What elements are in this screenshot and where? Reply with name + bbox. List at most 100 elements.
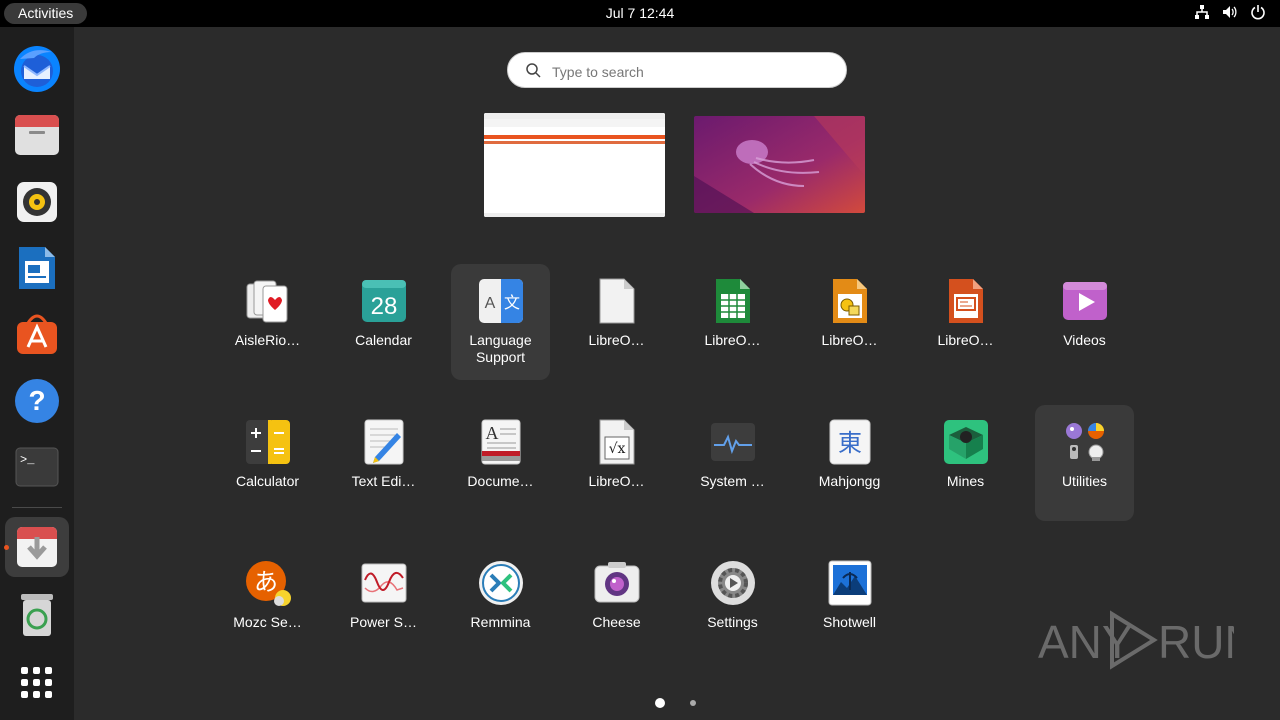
dock-software[interactable] (5, 304, 69, 364)
app-cheese[interactable]: Cheese (567, 546, 666, 662)
dock-separator (12, 507, 62, 508)
app-utilities-folder[interactable]: Utilities (1035, 405, 1134, 521)
app-label: Cheese (592, 614, 641, 630)
dock-help[interactable]: ? (5, 371, 69, 431)
dock-terminal[interactable]: >_ (5, 437, 69, 497)
app-document-viewer[interactable]: A Docume… (451, 405, 550, 521)
app-libreoffice-math[interactable]: √x LibreO… (567, 405, 666, 521)
document-viewer-icon: A (481, 419, 521, 465)
app-libreoffice-draw[interactable]: LibreO… (800, 264, 899, 380)
clock-text[interactable]: Jul 7 12:44 (606, 5, 675, 21)
libreoffice-icon (599, 278, 635, 324)
remmina-icon (479, 561, 523, 605)
app-label: Mahjongg (818, 473, 881, 489)
app-calculator[interactable]: Calculator (218, 405, 317, 521)
math-icon: √x (599, 419, 635, 465)
power-statistics-icon (361, 563, 407, 603)
terminal-icon: >_ (15, 447, 59, 487)
dock-files[interactable] (5, 105, 69, 165)
activities-button[interactable]: Activities (4, 3, 88, 24)
system-monitor-icon (711, 423, 755, 461)
app-remmina[interactable]: Remmina (451, 546, 550, 662)
app-videos[interactable]: Videos (1035, 264, 1134, 380)
workspace-thumbnail-2[interactable] (694, 116, 865, 213)
cards-icon (246, 280, 288, 323)
app-label: Mines (946, 473, 985, 489)
svg-text:√x: √x (609, 441, 626, 457)
app-aisleriot[interactable]: AisleRio… (218, 264, 317, 380)
app-label: Settings (707, 614, 758, 630)
help-icon: ? (15, 379, 59, 423)
volume-icon[interactable] (1222, 4, 1238, 20)
app-label: Language Support (469, 332, 532, 365)
mines-icon (944, 420, 988, 464)
app-libreoffice-calc[interactable]: LibreO… (683, 264, 782, 380)
search-icon (526, 63, 541, 78)
dock: ? >_ (0, 27, 74, 720)
videos-icon (1063, 282, 1107, 320)
files-icon (15, 115, 59, 155)
app-label: LibreO… (588, 332, 645, 348)
app-libreoffice-impress[interactable]: LibreO… (916, 264, 1015, 380)
app-label: Mozc Se… (233, 614, 302, 630)
dock-show-applications[interactable] (5, 651, 69, 715)
settings-icon (711, 561, 755, 605)
app-mines[interactable]: Mines (916, 405, 1015, 521)
search-input[interactable] (550, 59, 834, 85)
rhythmbox-icon (17, 182, 57, 222)
dock-thunderbird[interactable] (5, 39, 69, 99)
calc-icon (716, 279, 750, 323)
app-label: Power S… (350, 614, 417, 630)
page-indicator-2[interactable] (690, 700, 696, 706)
calendar-icon: 28 (362, 280, 406, 322)
dock-rhythmbox[interactable] (5, 172, 69, 232)
app-power-statistics[interactable]: Power S… (334, 546, 433, 662)
app-label: LibreO… (937, 332, 994, 348)
grid-icon (21, 667, 52, 698)
shotwell-icon (828, 560, 872, 606)
dock-trash[interactable] (5, 585, 69, 645)
draw-icon (833, 279, 867, 323)
app-label: Calendar (355, 332, 412, 348)
app-shotwell[interactable]: Shotwell (800, 546, 899, 662)
language-icon: A 文 (479, 279, 523, 323)
app-mozc-setup[interactable]: あ Mozc Se… (218, 546, 317, 662)
app-label: LibreO… (704, 332, 761, 348)
calculator-icon (246, 420, 290, 464)
svg-text:RUN: RUN (1158, 616, 1234, 668)
system-tray[interactable] (1194, 4, 1266, 20)
app-label: Text Edi… (351, 473, 416, 489)
dock-writer[interactable] (5, 238, 69, 298)
mahjongg-icon: 東 (829, 419, 871, 465)
app-settings[interactable]: Settings (683, 546, 782, 662)
app-text-editor[interactable]: Text Edi… (334, 405, 433, 521)
app-language-support[interactable]: A 文 Language Support (451, 264, 550, 380)
clock: Jul 7 12:44 (0, 0, 1280, 27)
app-label: Videos (1063, 332, 1106, 348)
impress-icon (949, 279, 983, 323)
app-calendar[interactable]: 28 Calendar (334, 264, 433, 380)
app-libreoffice[interactable]: LibreO… (567, 264, 666, 380)
app-label: LibreO… (821, 332, 878, 348)
utilities-folder-icon (1066, 423, 1104, 461)
app-mahjongg[interactable]: 東 Mahjongg (800, 405, 899, 521)
svg-text:東: 東 (838, 429, 862, 457)
app-system-monitor[interactable]: System … (683, 405, 782, 521)
dock-software-updater[interactable] (4, 517, 69, 577)
workspace-thumbnail-1[interactable] (484, 113, 665, 217)
text-editor-icon (364, 419, 404, 465)
app-label: LibreO… (588, 473, 645, 489)
svg-text:>_: >_ (20, 453, 35, 467)
power-icon[interactable] (1250, 4, 1266, 20)
search-box[interactable] (507, 52, 847, 88)
software-icon (17, 314, 57, 354)
cheese-icon (594, 562, 640, 603)
svg-text:文: 文 (504, 293, 520, 312)
app-label: Docume… (467, 473, 534, 489)
network-icon[interactable] (1194, 4, 1210, 20)
updater-icon (17, 527, 57, 567)
writer-icon (19, 247, 55, 289)
trash-icon (21, 594, 53, 636)
page-indicator-1[interactable] (655, 698, 665, 708)
svg-text:あ: あ (254, 568, 278, 596)
